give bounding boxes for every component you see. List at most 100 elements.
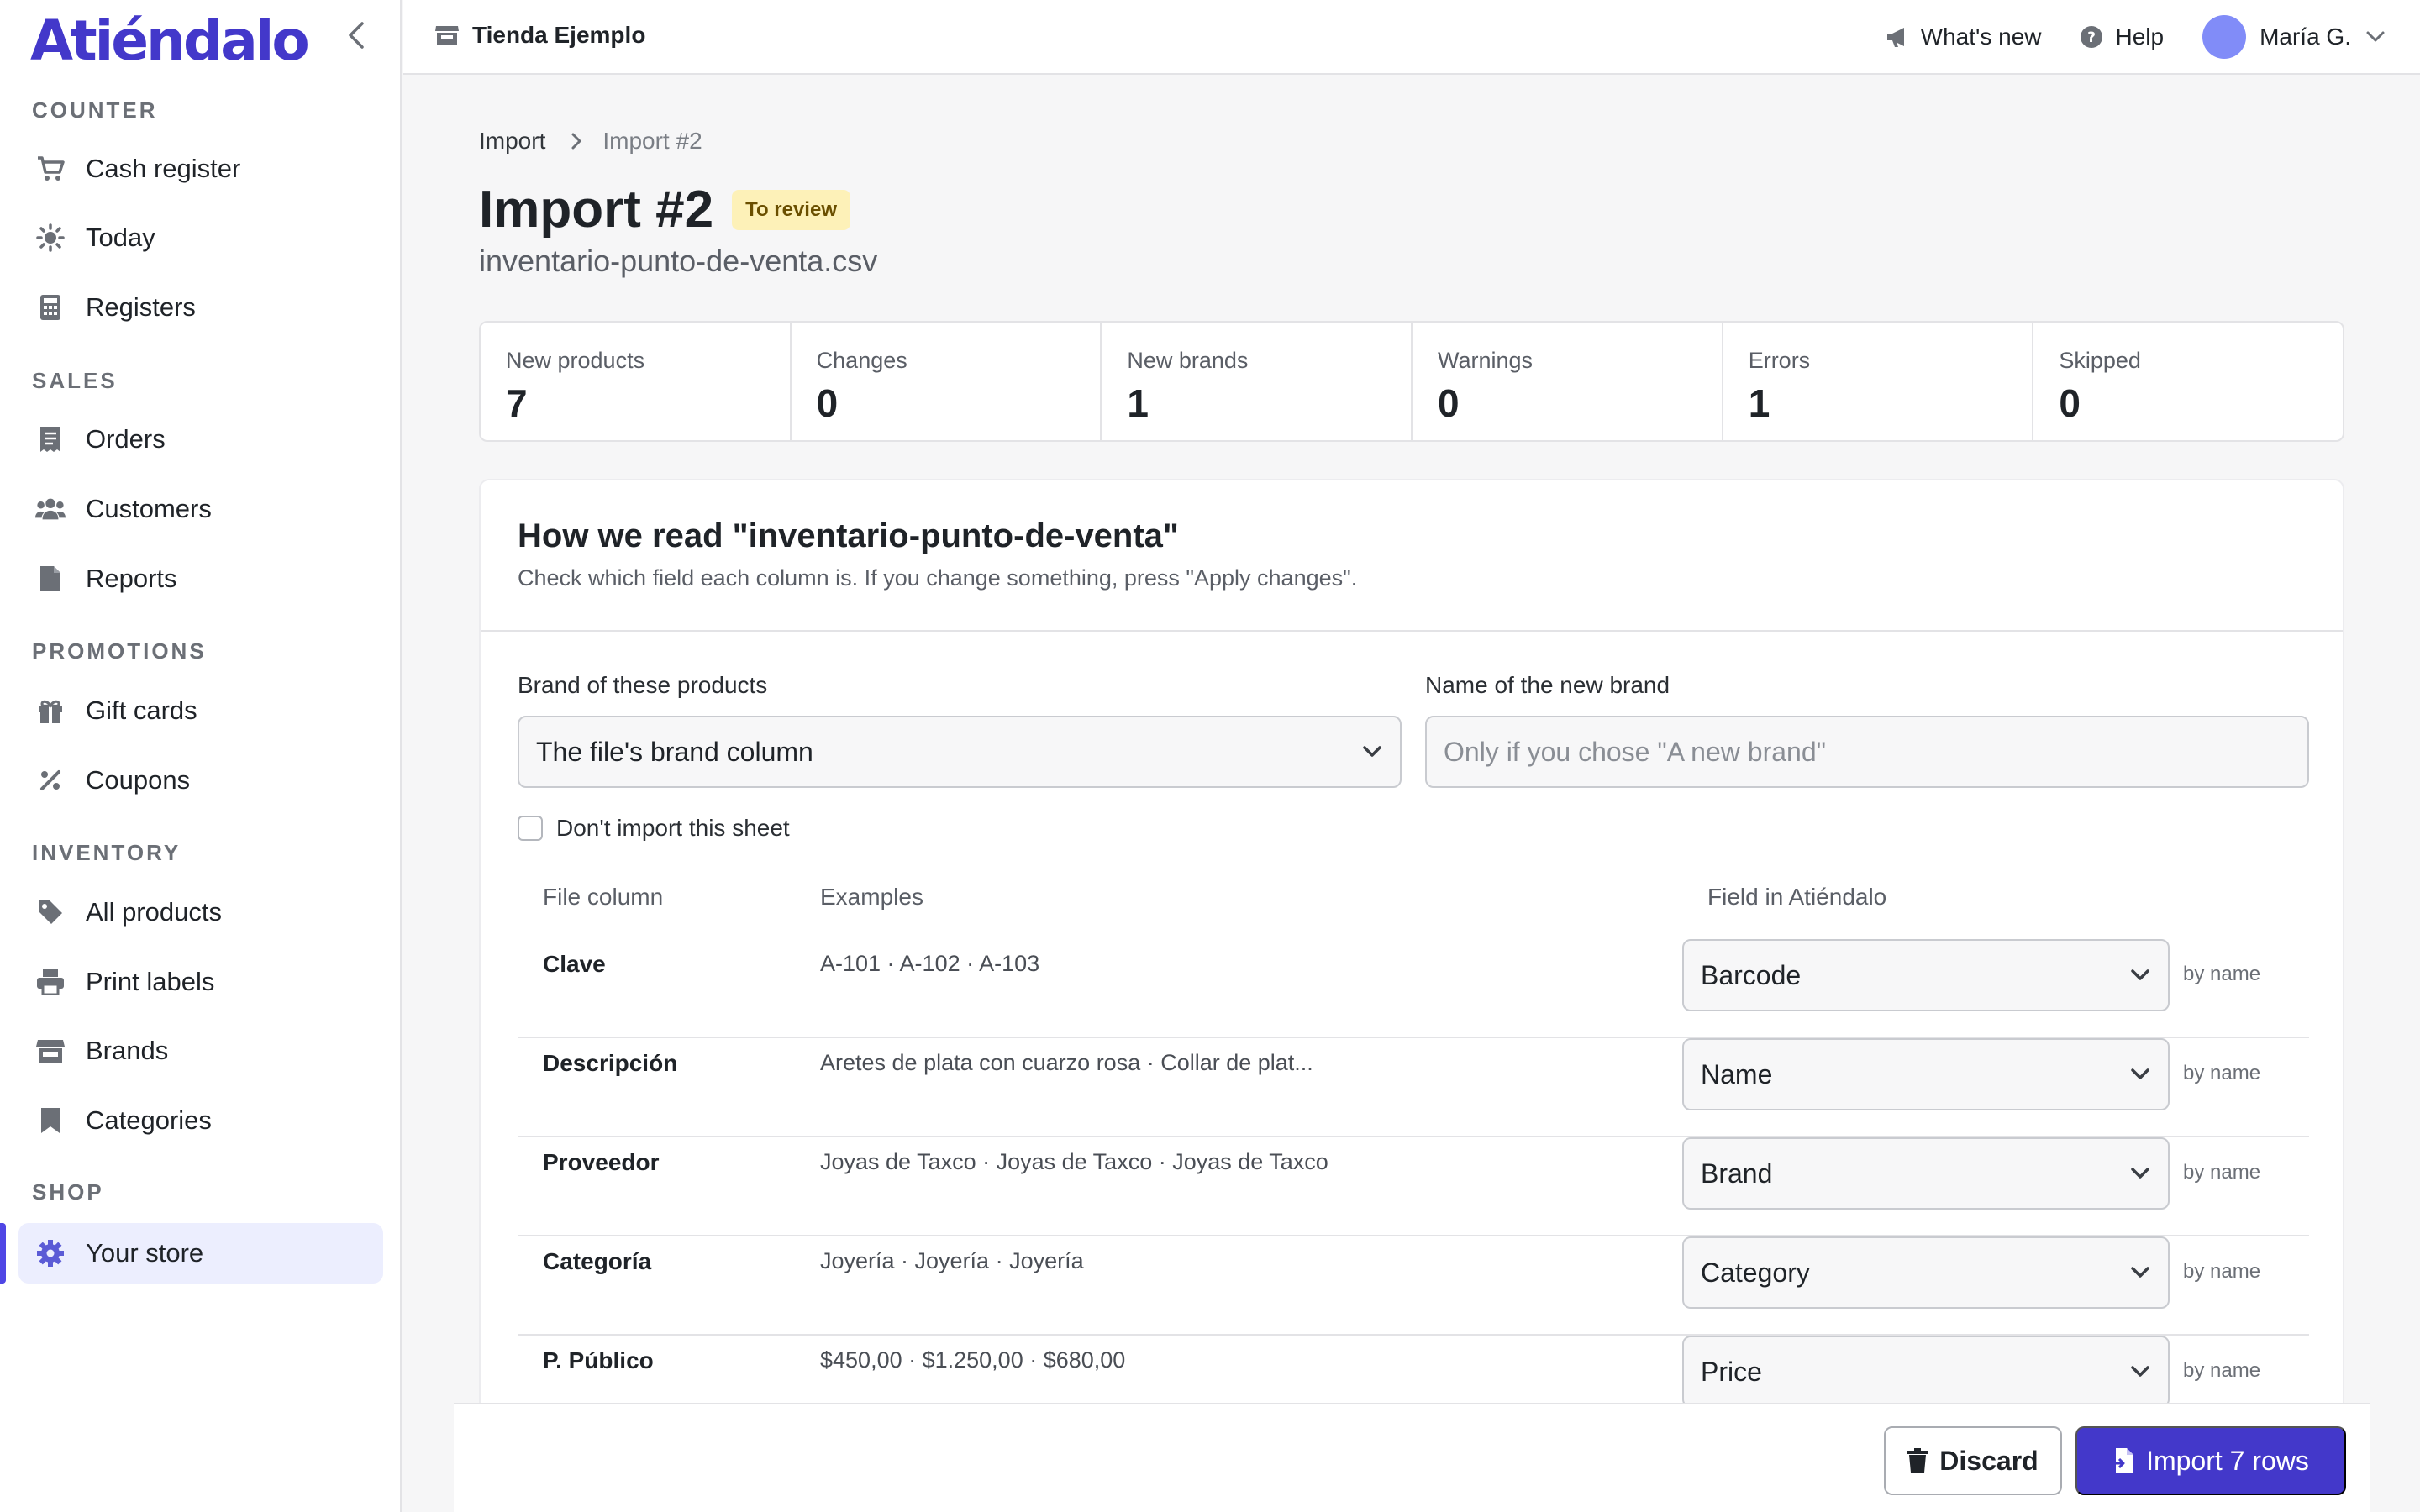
sun-icon	[35, 223, 66, 253]
import-rows-label: Import 7 rows	[2146, 1445, 2309, 1476]
chevron-down-icon	[1363, 746, 1381, 758]
stat-label: Warnings	[1438, 348, 1534, 373]
help-label: Help	[2115, 24, 2165, 50]
help-icon: ?	[2080, 25, 2103, 49]
field-select-value: Category	[1701, 1257, 1810, 1288]
store-icon	[35, 1036, 66, 1066]
sidebar-item-brands[interactable]: Brands	[18, 1021, 383, 1081]
sidebar-item-label: Registers	[86, 292, 196, 322]
store-name: Tienda Ejemplo	[472, 22, 646, 48]
file-icon	[35, 564, 66, 594]
chevron-right-icon	[571, 132, 582, 150]
chevron-down-icon	[2131, 1068, 2149, 1080]
collapse-sidebar-button[interactable]	[339, 18, 373, 52]
section-label-shop: SHOP	[32, 1179, 104, 1205]
import-filename: inventario-punto-de-venta.csv	[479, 244, 878, 278]
active-indicator	[0, 1223, 6, 1284]
field-select[interactable]: Price	[1682, 1336, 2170, 1408]
skip-sheet-option[interactable]: Don't import this sheet	[518, 815, 790, 842]
calculator-icon	[35, 292, 66, 323]
field-select[interactable]: Category	[1682, 1236, 2170, 1309]
help-link[interactable]: ? Help	[2080, 24, 2164, 50]
users-icon	[35, 494, 66, 524]
field-select[interactable]: Barcode	[1682, 939, 2170, 1011]
sidebar-item-label: Print labels	[86, 967, 215, 996]
stat-value: 0	[816, 381, 839, 425]
mapping-subtitle: Check which field each column is. If you…	[518, 565, 1358, 591]
printer-icon	[35, 967, 66, 997]
sidebar-item-your-store[interactable]: Your store	[18, 1223, 383, 1284]
stat-value: 0	[1438, 381, 1460, 425]
app-logo[interactable]: Atiéndalo	[30, 8, 310, 73]
skip-sheet-label: Don't import this sheet	[556, 815, 790, 841]
section-label-sales: SALES	[32, 368, 118, 393]
column-examples: A-101 · A-102 · A-103	[820, 951, 1040, 976]
breadcrumb-current: Import #2	[602, 128, 702, 154]
field-select-value: Name	[1701, 1058, 1773, 1089]
sidebar-item-label: Today	[86, 223, 155, 252]
brand-select-label: Brand of these products	[518, 672, 768, 698]
skip-sheet-checkbox[interactable]	[518, 816, 543, 841]
sidebar-item-reports[interactable]: Reports	[18, 549, 383, 609]
stat-label: Skipped	[2059, 348, 2141, 373]
whats-new-link[interactable]: What's new	[1886, 24, 2042, 50]
column-examples: Joyería · Joyería · Joyería	[820, 1248, 1084, 1273]
sidebar-item-orders[interactable]: Orders	[18, 409, 383, 470]
tag-icon	[35, 897, 66, 927]
field-select[interactable]: Brand	[1682, 1137, 2170, 1210]
file-column-name: Descripción	[543, 1050, 678, 1076]
sidebar-item-label: All products	[86, 897, 222, 927]
stat-value: 7	[506, 381, 528, 425]
sidebar-item-cash-register[interactable]: Cash register	[18, 139, 383, 199]
sidebar-item-print-labels[interactable]: Print labels	[18, 952, 383, 1012]
breadcrumb-import-link[interactable]: Import	[479, 128, 545, 155]
sidebar-item-coupons[interactable]: Coupons	[18, 750, 383, 811]
sidebar-item-today[interactable]: Today	[18, 207, 383, 268]
sidebar-item-all-products[interactable]: All products	[18, 882, 383, 942]
match-hint: by name	[2183, 1161, 2261, 1184]
column-examples: Aretes de plata con cuarzo rosa · Collar…	[820, 1050, 1313, 1075]
new-brand-input[interactable]: Only if you chose "A new brand"	[1425, 716, 2309, 788]
sidebar-item-label: Brands	[86, 1036, 169, 1065]
bookmark-icon	[35, 1105, 66, 1136]
match-hint: by name	[2183, 963, 2261, 985]
mapping-title: How we read "inventario-punto-de-venta"	[518, 517, 1179, 554]
sidebar-item-customers[interactable]: Customers	[18, 479, 383, 539]
store-switcher[interactable]: Tienda Ejemplo	[435, 22, 645, 49]
field-select-value: Brand	[1701, 1158, 1773, 1189]
field-select[interactable]: Name	[1682, 1038, 2170, 1110]
avatar	[2202, 15, 2247, 59]
stat-warnings: Warnings 0	[1413, 323, 1723, 440]
trash-icon	[1907, 1448, 1928, 1473]
whats-new-label: What's new	[1920, 24, 2042, 50]
import-rows-button[interactable]: Import 7 rows	[2075, 1426, 2346, 1495]
stat-new-brands: New brands 1	[1102, 323, 1413, 440]
stat-new-products: New products 7	[481, 323, 792, 440]
match-hint: by name	[2183, 1062, 2261, 1084]
field-select-value: Price	[1701, 1356, 1762, 1387]
sidebar-item-categories[interactable]: Categories	[18, 1090, 383, 1151]
user-menu[interactable]: María G.	[2202, 15, 2385, 59]
sidebar-item-label: Your store	[86, 1238, 204, 1268]
user-name: María G.	[2260, 24, 2351, 50]
chevron-down-icon	[2366, 31, 2385, 43]
column-examples: $450,00 · $1.250,00 · $680,00	[820, 1347, 1126, 1373]
import-stats: New products 7 Changes 0 New brands 1 Warni…	[479, 321, 2344, 442]
section-label-promotions: PROMOTIONS	[32, 638, 207, 664]
sidebar-item-gift-cards[interactable]: Gift cards	[18, 680, 383, 741]
discard-button[interactable]: Discard	[1884, 1426, 2062, 1495]
brand-select[interactable]: The file's brand column	[518, 716, 1402, 788]
stat-value: 1	[1748, 381, 1770, 425]
stat-value: 0	[2059, 381, 2081, 425]
header-examples: Examples	[820, 884, 923, 910]
status-badge: To review	[732, 189, 850, 230]
megaphone-icon	[1886, 26, 1909, 48]
file-column-name: Categoría	[543, 1248, 652, 1274]
sidebar-item-label: Gift cards	[86, 696, 197, 725]
sidebar-item-label: Categories	[86, 1105, 212, 1135]
chevron-down-icon	[2131, 1366, 2149, 1378]
sidebar-item-label: Customers	[86, 494, 212, 523]
sidebar-item-registers[interactable]: Registers	[18, 277, 383, 338]
field-select-value: Barcode	[1701, 959, 1802, 990]
sidebar-item-label: Cash register	[86, 154, 241, 183]
